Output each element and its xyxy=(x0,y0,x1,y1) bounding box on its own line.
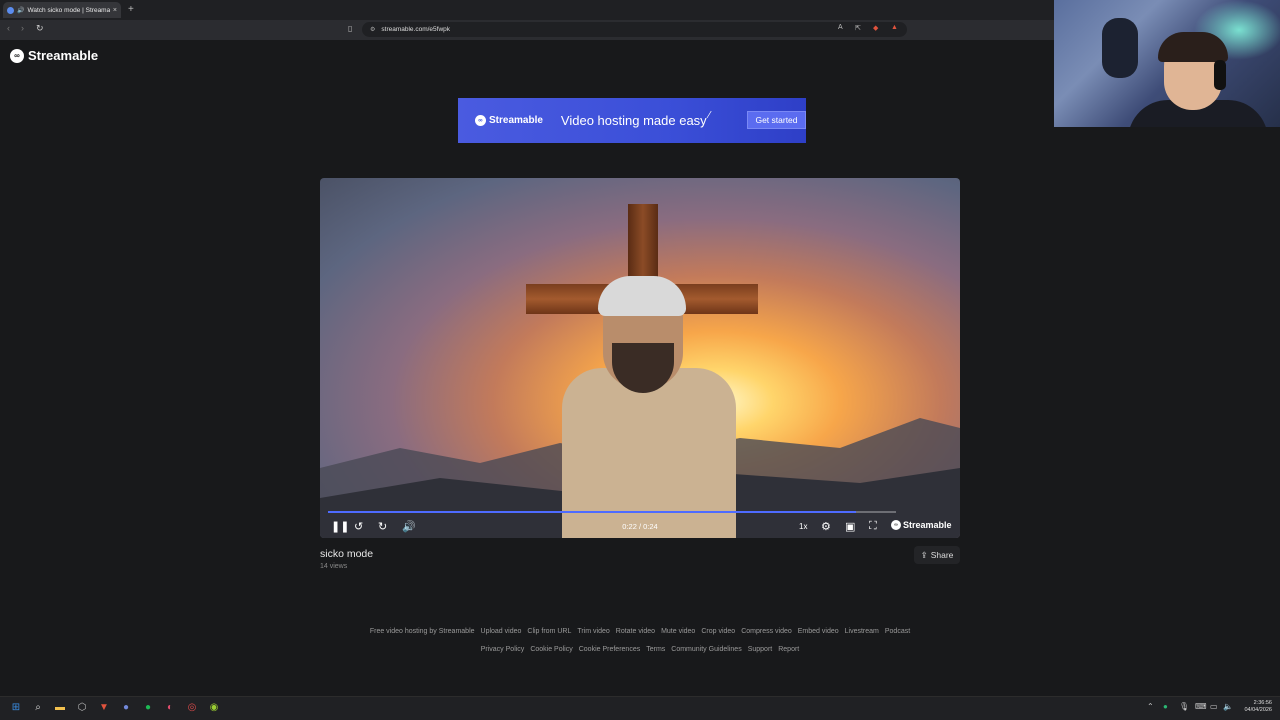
progress-fill xyxy=(328,511,857,513)
speaker-icon[interactable]: 🔊 xyxy=(17,7,24,14)
get-started-button[interactable]: Get started xyxy=(747,111,806,129)
streamable-logo-icon: ∞ xyxy=(10,48,24,63)
webcam-chair xyxy=(1102,18,1138,78)
footer-link[interactable]: Mute video xyxy=(661,628,695,635)
file-explorer-icon[interactable]: ▬ xyxy=(53,700,67,714)
playback-speed-button[interactable]: 1x xyxy=(799,522,807,531)
shield-app-icon[interactable]: ⬡ xyxy=(75,700,89,714)
clock-date: 04/04/2026 xyxy=(1244,707,1272,713)
close-tab-icon[interactable]: × xyxy=(113,7,117,14)
video-player[interactable] xyxy=(320,178,960,538)
watermark-logo-icon: ∞ xyxy=(891,520,901,530)
view-count: 14 views xyxy=(320,563,348,570)
footer-link[interactable]: Cookie Preferences xyxy=(579,646,640,653)
video-frame-headscarf xyxy=(598,276,686,316)
app-icon[interactable]: ◉ xyxy=(207,700,221,714)
footer-link[interactable]: Clip from URL xyxy=(527,628,571,635)
streamable-favicon-icon xyxy=(7,6,14,14)
tray-overflow-icon[interactable]: ⌃ xyxy=(1147,702,1154,711)
footer-link[interactable]: Cookie Policy xyxy=(530,646,572,653)
volume-icon[interactable]: 🔊 xyxy=(402,520,416,533)
browser-tab[interactable]: 🔊 Watch sicko mode | Streamable × xyxy=(3,2,121,18)
recording-app-icon[interactable]: ◎ xyxy=(185,700,199,714)
footer-link[interactable]: Podcast xyxy=(885,628,910,635)
microphone-icon[interactable]: 🎙 xyxy=(1179,702,1189,711)
site-brand-text: Streamable xyxy=(28,48,99,63)
clock-time: 2:36:56 xyxy=(1253,700,1272,706)
headphones-icon xyxy=(1214,60,1226,90)
footer-link[interactable]: Crop video xyxy=(701,628,735,635)
url-text: streamable.com/e5fwpk xyxy=(381,26,451,33)
sparkle-icon: ⁄ xyxy=(708,110,711,121)
discord-icon[interactable]: ● xyxy=(119,700,133,714)
bookmark-icon[interactable]: ▯ xyxy=(348,24,352,33)
footer-link[interactable]: Trim video xyxy=(577,628,609,635)
spotify-icon[interactable]: ● xyxy=(141,700,155,714)
player-watermark[interactable]: ∞ Streamable xyxy=(891,520,952,530)
share-icon: ⇪ xyxy=(920,549,928,560)
footer-link[interactable]: Community Guidelines xyxy=(671,646,741,653)
banner-logo-icon: ∞ xyxy=(475,115,486,126)
footer-link[interactable]: Embed video xyxy=(798,628,839,635)
brave-rewards-icon[interactable]: ▲ xyxy=(891,24,898,31)
footer-link[interactable]: Rotate video xyxy=(616,628,655,635)
tray-status-icon[interactable]: ● xyxy=(1163,702,1168,711)
banner-tagline: Video hosting made easy xyxy=(560,113,707,128)
system-clock[interactable]: 2:36:56 04/04/2026 xyxy=(1238,700,1272,714)
translate-icon[interactable]: A xyxy=(838,24,843,31)
search-icon[interactable]: ⌕ xyxy=(31,700,45,714)
banner-logo: ∞ Streamable xyxy=(475,115,543,126)
obs-app-icon[interactable]: ◐ xyxy=(163,700,177,714)
share-label: Share xyxy=(930,550,954,560)
tab-title: Watch sicko mode | Streamable xyxy=(27,6,110,14)
rewind-icon[interactable]: ↺ xyxy=(354,520,363,533)
windows-start-icon[interactable]: ⊞ xyxy=(9,700,23,714)
footer-links-primary: Free video hosting by Streamable Upload … xyxy=(0,628,1280,635)
brave-shields-icon[interactable]: ◆ xyxy=(873,24,878,32)
footer-link[interactable]: Privacy Policy xyxy=(481,646,525,653)
pause-icon[interactable]: ❚❚ xyxy=(331,520,349,533)
address-bar[interactable]: ⚙ streamable.com/e5fwpk xyxy=(362,22,907,37)
footer-link[interactable]: Free video hosting by Streamable xyxy=(370,628,475,635)
share-page-icon[interactable]: ⇱ xyxy=(855,24,861,32)
fullscreen-icon[interactable]: ⛶ xyxy=(869,520,877,533)
volume-tray-icon[interactable]: 🔈 xyxy=(1223,702,1233,711)
forward-icon[interactable]: › xyxy=(21,23,24,33)
webcam-overlay xyxy=(1054,0,1280,127)
new-tab-button[interactable]: + xyxy=(128,4,134,15)
forward-skip-icon[interactable]: ↻ xyxy=(378,520,387,533)
promo-banner[interactable]: ∞ Streamable Video hosting made easy ⁄ G… xyxy=(458,98,806,143)
footer-link[interactable]: Terms xyxy=(646,646,665,653)
progress-bar[interactable] xyxy=(328,511,896,513)
back-icon[interactable]: ‹ xyxy=(7,23,10,33)
site-info-icon[interactable]: ⚙ xyxy=(370,26,375,33)
webcam-person-hair xyxy=(1158,32,1228,62)
display-icon[interactable]: ▭ xyxy=(1210,702,1218,711)
watermark-text: Streamable xyxy=(903,520,952,530)
site-logo[interactable]: ∞ Streamable xyxy=(10,48,98,63)
video-title: sicko mode xyxy=(320,548,374,560)
footer-link[interactable]: Support xyxy=(748,646,773,653)
keyboard-icon[interactable]: ⌨ xyxy=(1195,702,1207,711)
footer-links-legal: Privacy Policy Cookie Policy Cookie Pref… xyxy=(0,646,1280,653)
brave-browser-icon[interactable]: ▼ xyxy=(97,700,111,714)
footer-link[interactable]: Compress video xyxy=(741,628,792,635)
settings-gear-icon[interactable]: ⚙ xyxy=(821,520,831,533)
banner-brand: Streamable xyxy=(489,115,543,126)
reload-icon[interactable]: ↻ xyxy=(36,23,44,34)
playback-time: 0:22 / 0:24 xyxy=(622,522,658,531)
footer-link[interactable]: Report xyxy=(778,646,799,653)
share-button[interactable]: ⇪ Share xyxy=(914,546,960,564)
footer-link[interactable]: Upload video xyxy=(481,628,522,635)
footer-link[interactable]: Livestream xyxy=(845,628,879,635)
picture-in-picture-icon[interactable]: ▣ xyxy=(845,520,855,533)
